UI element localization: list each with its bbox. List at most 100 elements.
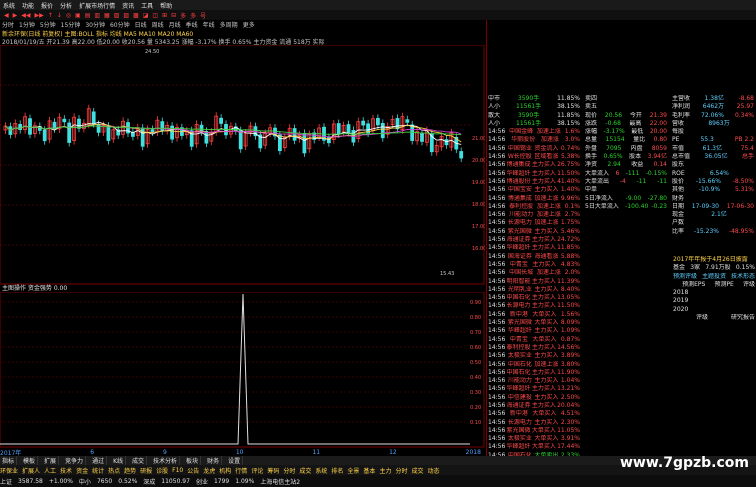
tick-row[interactable]: 14:56 中青宝 主力买入 4.83%	[486, 261, 582, 269]
tick-row[interactable]: 14:56 明阳智能 主力买入 11.39%	[486, 278, 582, 286]
function-tab-16[interactable]: 筹码	[267, 466, 279, 475]
function-tab-14[interactable]: 行情	[235, 466, 247, 475]
tick-row[interactable]: 14:56 海通证券 主力买入 24.72%	[486, 236, 582, 244]
tick-row[interactable]: 14:56 泰利控股 加速上涨 0.1%	[486, 203, 582, 211]
tick-list[interactable]: 中市 3590手 11.85% 人小 11561手 38.15% 散大 3590手 11.85%…	[486, 95, 582, 475]
toolbar-button-14[interactable]: ◪	[143, 12, 149, 19]
tick-row[interactable]: 14:56 华峰超纤 主力买入 1.09%	[486, 327, 582, 335]
tick-row[interactable]: 14:56 华丽股份 加速涨 3.0%	[486, 136, 582, 144]
tick-row[interactable]: 14:56 长源电力 加速上涨 1.75%	[486, 219, 582, 227]
tick-row[interactable]: 14:56 紫光国微 主力买入 5.46%	[486, 228, 582, 236]
toolbar-button-5[interactable]: ↓	[57, 12, 62, 19]
function-tab-9[interactable]: 诊股	[156, 466, 168, 475]
period-tab-0[interactable]: 分时	[2, 20, 14, 29]
menu-item-2[interactable]: 报价	[41, 1, 53, 10]
period-tab-2[interactable]: 5分钟	[40, 20, 56, 29]
tick-row[interactable]: 14:56 中国石化 主力买入 13.05%	[486, 294, 582, 302]
tick-row[interactable]: 14:56 华峰超纤 主力买入 13.21%	[486, 385, 582, 393]
sub-chart[interactable]: 0.90 0.80 0.70 0.60 0.50 0.40 0.30 0.20 0.10	[0, 292, 485, 448]
function-tab-17[interactable]: 分时	[283, 466, 295, 475]
tick-row[interactable]: 14:56 中国长城 加速上涨 2.0%	[486, 269, 582, 277]
toolbar-button-15[interactable]: ◫	[152, 12, 158, 19]
period-tab-12[interactable]: 更多	[243, 20, 255, 29]
tick-row[interactable]: 14:56 泰利控股 主力买入 14.56%	[486, 344, 582, 352]
period-tab-7[interactable]: 周线	[152, 20, 164, 29]
tick-row[interactable]: 14:56 紫光国微 大单买入 11.05%	[486, 427, 582, 435]
function-tab-13[interactable]: 机构	[219, 466, 231, 475]
indicator-tab-5[interactable]: K线	[111, 456, 127, 465]
function-tab-23[interactable]: 主力	[379, 466, 391, 475]
period-tab-9[interactable]: 季线	[186, 20, 198, 29]
toolbar-button-17[interactable]: ⊟	[171, 12, 176, 19]
menu-item-3[interactable]: 分析	[60, 1, 72, 10]
function-tab-25[interactable]: 成交	[411, 466, 423, 475]
toolbar-button-8[interactable]: ▤	[85, 12, 91, 19]
indicator-tab-1[interactable]: 模板	[21, 456, 39, 465]
tick-row[interactable]: 14:56 华峰超纤 大单买入 17.44%	[486, 443, 582, 451]
tick-row[interactable]: 14:56 长源电力 主力买入 2.30%	[486, 419, 582, 427]
menu-item-6[interactable]: 工具	[141, 1, 153, 10]
period-tab-1[interactable]: 1分钟	[19, 20, 35, 29]
toolbar-button-7[interactable]: ▣	[75, 12, 81, 19]
function-tab-20[interactable]: 排名	[331, 466, 343, 475]
toolbar-button-0[interactable]: ◀	[4, 12, 9, 19]
tick-row[interactable]: 14:56 中国石化 主力买入 11.90%	[486, 369, 582, 377]
indicator-tab-10[interactable]: 设置	[226, 456, 244, 465]
period-tab-10[interactable]: 年线	[203, 20, 215, 29]
tick-row[interactable]: 14:56 新中港 大单买入 4.51%	[486, 410, 582, 418]
tick-row[interactable]: 14:56 博通集成 加速上涨 9.96%	[486, 195, 582, 203]
function-tab-22[interactable]: 基本	[363, 466, 375, 475]
tick-row[interactable]: 14:56 川能动力 加速上涨 2.7%	[486, 211, 582, 219]
menu-item-7[interactable]: 帮助	[160, 1, 172, 10]
toolbar-button-3[interactable]: ▶▶	[34, 12, 43, 19]
toolbar-button-4[interactable]: ↑	[48, 12, 53, 19]
indicator-tab-8[interactable]: 板块	[184, 456, 202, 465]
toolbar-button-10[interactable]: ▦	[104, 12, 110, 19]
toolbar-button-16[interactable]: ⊞	[162, 12, 167, 19]
function-tab-18[interactable]: 成交	[299, 466, 311, 475]
function-tab-21[interactable]: 全景	[347, 466, 359, 475]
period-tab-8[interactable]: 月线	[169, 20, 181, 29]
menu-item-5[interactable]: 资讯	[122, 1, 134, 10]
menu-item-1[interactable]: 功能	[22, 1, 34, 10]
function-tab-24[interactable]: 分时	[395, 466, 407, 475]
indicator-tab-0[interactable]: 指标	[0, 456, 18, 465]
toolbar-button-9[interactable]: ▥	[94, 12, 100, 19]
tick-row[interactable]: 14:56 W长控股 区域看涨 5.38%	[486, 153, 582, 161]
tick-row[interactable]: 14:56 长源电力 主力买入 11.50%	[486, 302, 582, 310]
menu-item-4[interactable]: 扩展市场行情	[79, 1, 115, 10]
tick-row[interactable]: 14:56 太极实业 大单买入 3.91%	[486, 435, 582, 443]
function-tab-4[interactable]: 资金	[76, 466, 88, 475]
function-tab-7[interactable]: 趋势	[124, 466, 136, 475]
function-tab-5[interactable]: 统计	[92, 466, 104, 475]
tick-row[interactable]: 14:56 光明乳业 主力买入 8.40%	[486, 286, 582, 294]
toolbar-button-13[interactable]: ▩	[133, 12, 139, 19]
indicator-tab-2[interactable]: 扩展	[42, 456, 60, 465]
indicator-tab-4[interactable]: 通过	[90, 456, 108, 465]
function-tab-0[interactable]: 环保业	[0, 466, 18, 475]
function-tab-19[interactable]: 系统	[315, 466, 327, 475]
tick-row[interactable]: 14:56 中青宝 大单买入 0.87%	[486, 336, 582, 344]
period-tab-4[interactable]: 30分钟	[85, 20, 105, 29]
function-tab-6[interactable]: 热点	[108, 466, 120, 475]
tick-row[interactable]: 14:56 紫光国微 大单买入 8.09%	[486, 319, 582, 327]
period-tab-3[interactable]: 15分钟	[61, 20, 81, 29]
function-tab-15[interactable]: 评论	[251, 466, 263, 475]
function-tab-8[interactable]: 研报	[140, 466, 152, 475]
indicator-tab-7[interactable]: 技术分析	[151, 456, 181, 465]
period-tab-11[interactable]: 多周期	[220, 20, 238, 29]
function-tab-10[interactable]: F10	[172, 467, 183, 474]
function-tab-1[interactable]: 扩展人	[22, 466, 40, 475]
toolbar-button-18[interactable]: 多	[180, 11, 186, 20]
tick-row[interactable]: 14:56 博通股份 主力买入 41.40%	[486, 178, 582, 186]
tick-row[interactable]: 14:56 川能动力 主力买入 1.04%	[486, 377, 582, 385]
menu-item-0[interactable]: 系统	[3, 1, 15, 10]
indicator-tab-6[interactable]: 成交	[130, 456, 148, 465]
period-tab-6[interactable]: 日线	[135, 20, 147, 29]
indicator-tab-9[interactable]: 财务	[205, 456, 223, 465]
tick-row[interactable]: 14:56 中国锡业 资金流入 0.74%	[486, 145, 582, 153]
function-tab-11[interactable]: 公告	[187, 466, 199, 475]
toolbar-button-12[interactable]: ▨	[123, 12, 129, 19]
tick-row[interactable]: 14:56 中信建投 主力买入 2.50%	[486, 394, 582, 402]
tick-row[interactable]: 14:56 博通集成 主力买入 26.75%	[486, 161, 582, 169]
